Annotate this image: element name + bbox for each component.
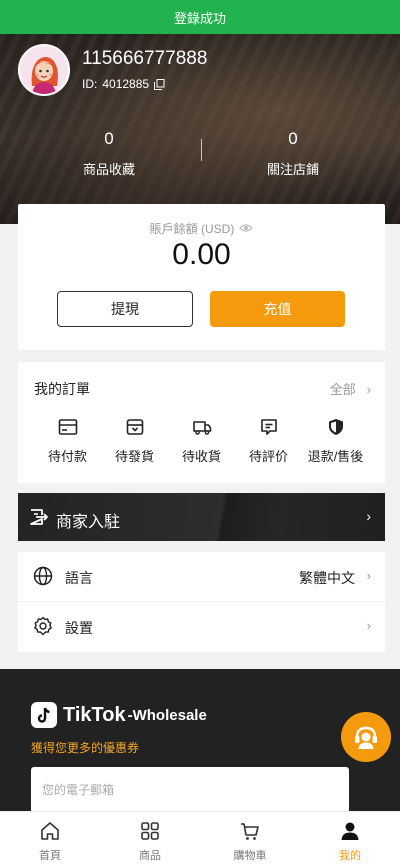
customer-service-button[interactable] — [341, 712, 391, 762]
withdraw-button[interactable]: 提現 — [57, 291, 193, 327]
stat-favorites-label: 商品收藏 — [82, 162, 135, 177]
cart-icon — [241, 823, 259, 840]
stat-divider — [201, 139, 202, 161]
stat-followed-shops[interactable]: 0 關注店鋪 — [218, 129, 368, 178]
copy-icon[interactable] — [154, 78, 165, 90]
card-icon — [58, 419, 77, 435]
eye-icon[interactable] — [239, 222, 254, 236]
avatar-illustration-icon — [20, 46, 68, 94]
stat-favorites-value: 0 — [104, 129, 114, 148]
balance-label-row: 賬戶餘額 (USD) — [18, 220, 385, 237]
globe-icon — [33, 566, 53, 591]
box-icon — [126, 419, 143, 435]
merchant-join-banner[interactable]: 商家入駐 › — [18, 493, 385, 541]
orders-title: 我的訂單 — [34, 381, 90, 397]
merchant-entry-icon — [28, 507, 49, 532]
user-id-value: 4012885 — [102, 77, 150, 91]
stat-followed-shops-value: 0 — [288, 129, 298, 148]
headset-icon — [355, 726, 377, 749]
stat-favorites[interactable]: 0 商品收藏 — [34, 129, 184, 178]
language-value: 繁體中文 — [299, 570, 355, 586]
order-refund-aftersale-label: 退款/售後 — [307, 449, 364, 464]
tab-products-label: 商品 — [139, 850, 161, 862]
order-pending-shipment-label: 待發貨 — [114, 449, 154, 464]
profile-header: 115666777888 ID: 4012885 0 商品收藏 0 關注店鋪 — [0, 34, 400, 224]
tiktok-icon — [31, 702, 57, 728]
order-pending-receipt[interactable]: 待收貨 — [168, 418, 235, 465]
tab-home-label: 首頁 — [39, 850, 61, 862]
order-pending-receipt-label: 待收貨 — [181, 449, 221, 464]
settings-row[interactable]: 設置 › — [18, 602, 385, 652]
recharge-button[interactable]: 充值 — [210, 291, 345, 327]
person-icon — [341, 822, 359, 840]
comment-icon — [260, 419, 277, 435]
promo-tagline: 獲得您更多的優惠券 — [31, 741, 140, 755]
footer-promo: TikTok -Wholesale 獲得您更多的優惠券 — [0, 669, 400, 819]
language-label: 語言 — [65, 570, 93, 586]
user-phone: 115666777888 — [82, 48, 208, 69]
order-pending-payment[interactable]: 待付款 — [34, 418, 101, 465]
email-input[interactable] — [31, 767, 349, 813]
tab-me-label: 我的 — [339, 850, 361, 862]
user-id-label: ID: — [82, 77, 98, 91]
balance-label: 賬戶餘額 (USD) — [149, 222, 235, 236]
shield-icon — [328, 419, 343, 435]
tab-home[interactable]: 首頁 — [0, 812, 100, 867]
chevron-right-icon: › — [366, 568, 371, 583]
truck-icon — [192, 421, 211, 435]
brand-suffix: -Wholesale — [127, 706, 207, 724]
tab-me[interactable]: 我的 — [300, 812, 400, 867]
grid-icon — [141, 822, 159, 840]
avatar[interactable] — [18, 44, 70, 96]
tab-cart-label: 購物車 — [233, 850, 267, 862]
tab-products[interactable]: 商品 — [100, 812, 200, 867]
my-orders-card: 我的訂單 全部 › 待付款 待發貨 待收貨 待評价 退款/售後 — [18, 362, 385, 483]
settings-label: 設置 — [65, 620, 93, 636]
orders-all-link[interactable]: 全部 › — [330, 379, 371, 398]
user-id: ID: 4012885 — [82, 77, 165, 91]
orders-all-label: 全部 — [329, 382, 356, 397]
gear-icon — [33, 616, 53, 641]
stat-followed-shops-label: 關注店鋪 — [266, 162, 319, 177]
toast-message: 登錄成功 — [173, 10, 226, 26]
language-row[interactable]: 語言 繁體中文 › — [18, 552, 385, 602]
merchant-join-label: 商家入駐 — [56, 514, 121, 531]
tiktok-wholesale-logo: TikTok -Wholesale — [31, 702, 207, 728]
order-refund-aftersale[interactable]: 退款/售後 — [302, 418, 369, 465]
settings-card: 語言 繁體中文 › 設置 › — [18, 552, 385, 652]
chevron-right-icon: › — [366, 508, 371, 524]
chevron-right-icon: › — [359, 382, 371, 397]
home-icon — [41, 822, 59, 840]
balance-value: 0.00 — [172, 238, 231, 271]
order-pending-payment-label: 待付款 — [47, 449, 87, 464]
tab-cart[interactable]: 購物車 — [200, 812, 300, 867]
chevron-right-icon: › — [366, 618, 371, 633]
order-pending-shipment[interactable]: 待發貨 — [101, 418, 168, 465]
balance-card: 賬戶餘額 (USD) 0.00 提現 充值 — [18, 204, 385, 350]
order-pending-review-label: 待評价 — [248, 449, 288, 464]
brand-name: TikTok — [63, 703, 126, 726]
order-pending-review[interactable]: 待評价 — [235, 418, 302, 465]
bottom-tab-bar: 首頁 商品 購物車 我的 — [0, 811, 400, 867]
success-toast: 登錄成功 — [0, 0, 400, 34]
